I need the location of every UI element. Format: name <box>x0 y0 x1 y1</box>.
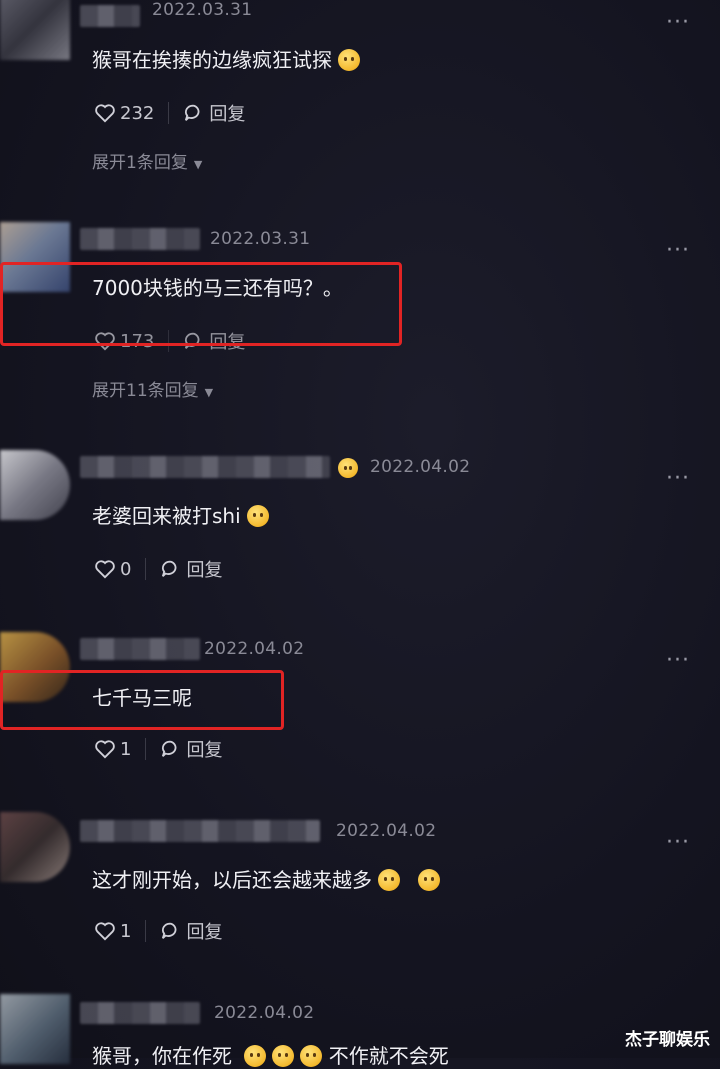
reply-label: 回复 <box>209 104 246 125</box>
smiley-emoji-icon <box>338 458 358 478</box>
thinking-emoji-icon <box>378 869 400 891</box>
more-options-icon[interactable]: ··· <box>666 12 690 34</box>
more-options-icon[interactable]: ··· <box>666 650 690 672</box>
like-button[interactable]: 232 <box>94 103 154 124</box>
thinking-emoji-icon <box>418 869 440 891</box>
divider <box>145 558 147 580</box>
comment-date: 2022.04.02 <box>204 639 305 659</box>
comment-date: 2022.04.02 <box>370 457 471 477</box>
heart-icon <box>95 740 115 759</box>
avatar[interactable] <box>0 812 70 882</box>
expand-replies[interactable]: 展开1条回复 ▼ <box>92 148 202 173</box>
comment-date: 2022.03.31 <box>210 229 311 249</box>
reply-button[interactable]: 回复 <box>160 736 222 762</box>
laugh-emoji-icon <box>272 1045 295 1067</box>
like-count: 1 <box>120 738 132 760</box>
reply-label: 回复 <box>186 922 223 943</box>
comment-text: 老婆回来被打shi <box>92 500 269 529</box>
expand-label: 展开1条回复 <box>92 153 188 173</box>
expand-replies[interactable]: 展开11条回复 ▼ <box>92 376 213 401</box>
like-button[interactable]: 1 <box>94 739 131 760</box>
divider <box>145 738 147 760</box>
comment-actions: 1 回复 <box>94 918 222 944</box>
reply-label: 回复 <box>186 740 223 761</box>
heart-icon <box>95 104 115 123</box>
watermark: 杰子聊娱乐 <box>625 1030 710 1050</box>
comment-text-content: 猴哥，你在作死 <box>92 1044 232 1068</box>
username[interactable] <box>80 638 200 660</box>
username[interactable] <box>80 5 140 27</box>
divider <box>168 102 170 124</box>
avatar[interactable] <box>0 994 70 1064</box>
divider <box>145 920 147 942</box>
red-highlight-box <box>0 670 284 730</box>
username[interactable] <box>80 820 320 842</box>
more-options-icon[interactable]: ··· <box>666 240 690 262</box>
comment-bubble-icon <box>162 922 177 939</box>
more-options-icon[interactable]: ··· <box>666 468 690 490</box>
laugh-emoji-icon <box>244 1045 267 1067</box>
expand-label: 展开11条回复 <box>92 381 199 401</box>
heart-icon <box>95 560 115 579</box>
comment-actions: 1 回复 <box>94 736 222 762</box>
comment-text-tail: 不作就不会死 <box>328 1044 449 1068</box>
comment-date: 2022.03.31 <box>152 0 253 20</box>
username[interactable] <box>80 456 330 478</box>
like-count: 1 <box>120 920 132 942</box>
like-button[interactable]: 0 <box>94 559 131 580</box>
comment-actions: 232 回复 <box>94 100 245 126</box>
comment-text: 这才刚开始，以后还会越来越多 <box>92 864 440 893</box>
red-highlight-box <box>0 262 402 346</box>
comment-date: 2022.04.02 <box>336 821 437 841</box>
laugh-emoji-icon <box>300 1045 323 1067</box>
reply-label: 回复 <box>186 560 223 581</box>
comment-date: 2022.04.02 <box>214 1003 315 1023</box>
thinking-emoji-icon <box>338 49 360 71</box>
comment-actions: 0 回复 <box>94 556 222 582</box>
grin-emoji-icon <box>246 505 269 527</box>
like-button[interactable]: 1 <box>94 921 131 942</box>
username[interactable] <box>80 1002 200 1024</box>
comment-text-content: 这才刚开始，以后还会越来越多 <box>92 868 372 892</box>
comment-text-content: 老婆回来被打shi <box>92 504 241 528</box>
comment-text: 猴哥在挨揍的边缘疯狂试探 <box>92 44 360 73</box>
reply-button[interactable]: 回复 <box>183 100 245 126</box>
like-count: 232 <box>120 102 155 124</box>
more-options-icon[interactable]: ··· <box>666 832 690 854</box>
username[interactable] <box>80 228 200 250</box>
like-count: 0 <box>120 558 132 580</box>
comment-bubble-icon <box>162 560 177 577</box>
reply-button[interactable]: 回复 <box>160 918 222 944</box>
reply-button[interactable]: 回复 <box>160 556 222 582</box>
chevron-down-icon: ▼ <box>204 386 214 399</box>
heart-icon <box>95 922 115 941</box>
comment-bubble-icon <box>162 740 177 757</box>
comment-text-content: 猴哥在挨揍的边缘疯狂试探 <box>92 48 332 72</box>
avatar[interactable] <box>0 450 70 520</box>
comment-bubble-icon <box>185 104 200 121</box>
chevron-down-icon: ▼ <box>193 158 203 171</box>
avatar[interactable] <box>0 0 70 60</box>
comment-text: 猴哥，你在作死 不作就不会死 <box>92 1040 449 1069</box>
